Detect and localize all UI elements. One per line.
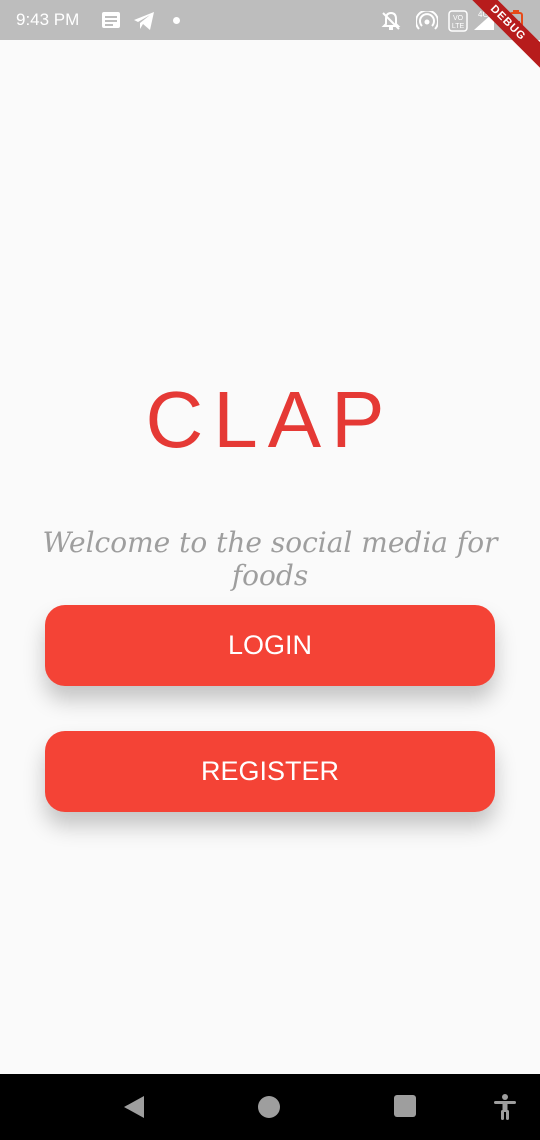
status-bar: 9:43 PM VO LTE 4G DEBUG	[0, 0, 540, 72]
accessibility-icon[interactable]	[492, 1093, 518, 1126]
status-time: 9:43 PM	[16, 10, 80, 29]
telegram-icon	[132, 11, 156, 36]
notification-icon	[101, 11, 121, 34]
home-icon[interactable]	[258, 1096, 280, 1118]
hotspot-icon	[415, 9, 439, 36]
back-icon[interactable]	[122, 1095, 146, 1124]
register-button[interactable]: REGISTER	[45, 731, 495, 812]
recents-icon[interactable]	[394, 1095, 416, 1117]
svg-text:VO: VO	[453, 15, 464, 22]
svg-text:LTE: LTE	[452, 23, 465, 30]
mute-icon	[381, 11, 401, 36]
app-title: CLAP	[145, 375, 395, 464]
volte-icon: VO LTE	[448, 10, 468, 37]
tagline: Welcome to the social media for foods	[42, 526, 498, 592]
login-button[interactable]: LOGIN	[45, 605, 495, 686]
dot-icon	[173, 17, 180, 24]
